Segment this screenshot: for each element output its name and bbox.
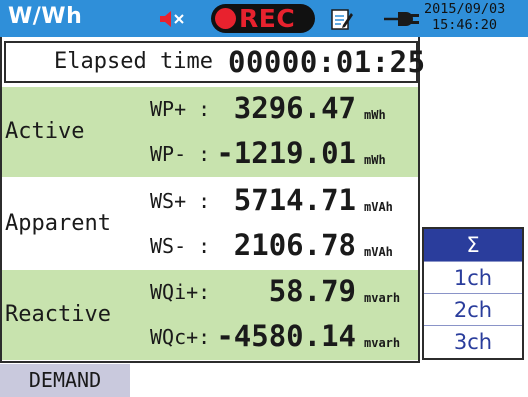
reactive-energy-group: Reactive WQi+: 58.79 mvarh WQc+: -4580.1…: [2, 270, 418, 360]
row-value: 2106.78: [233, 228, 356, 262]
channel-3-button[interactable]: 3ch: [424, 325, 522, 357]
measurement-row: WP- : -1219.01 mWh: [2, 132, 418, 177]
measurement-row: WQi+: 58.79 mvarh: [2, 270, 418, 315]
row-value: 58.79: [268, 274, 356, 308]
row-unit: mVAh: [364, 245, 393, 259]
screen-title: W/Wh: [8, 4, 83, 29]
row-label: WP+ :: [150, 97, 211, 121]
active-energy-group: Active WP+ : 3296.47 mWh WP- : -1219.01 …: [2, 87, 418, 177]
date-text: 2015/09/03: [424, 1, 506, 17]
status-header: W/Wh REC 2015/09/03 15:46:20: [0, 0, 528, 37]
time-text: 15:46:20: [432, 17, 498, 33]
row-label: WS- :: [150, 234, 211, 258]
elapsed-time-box: Elapsed time 00000:01:25: [4, 41, 425, 83]
row-unit: mvarh: [364, 291, 401, 305]
row-unit: mvarh: [364, 336, 401, 350]
row-label: WQc+:: [150, 325, 211, 349]
row-label: WP- :: [150, 142, 211, 166]
row-unit: mWh: [364, 153, 386, 167]
record-indicator-icon: [215, 8, 236, 29]
row-value: 3296.47: [233, 91, 356, 125]
memo-edit-icon: [331, 9, 353, 30]
channel-sum-button[interactable]: Σ: [424, 229, 522, 261]
row-unit: mWh: [364, 108, 386, 122]
power-plug-icon: [384, 12, 419, 26]
speaker-muted-icon: [160, 11, 184, 27]
measurement-row: WS+ : 5714.71 mVAh: [2, 179, 418, 224]
row-unit: mVAh: [364, 200, 393, 214]
channel-1-button[interactable]: 1ch: [424, 261, 522, 293]
elapsed-time-value: 00000:01:25: [228, 45, 426, 79]
apparent-energy-group: Apparent WS+ : 5714.71 mVAh WS- : 2106.7…: [2, 179, 418, 269]
measurement-row: WQc+: -4580.14 mvarh: [2, 315, 418, 360]
row-value: 5714.71: [233, 183, 356, 217]
measurement-row: WP+ : 3296.47 mWh: [2, 87, 418, 132]
row-label: WS+ :: [150, 189, 211, 213]
function-key-bar: DEMAND: [0, 363, 528, 397]
demand-button[interactable]: DEMAND: [0, 364, 130, 397]
channel-selector: Σ 1ch 2ch 3ch: [422, 227, 524, 360]
channel-2-button[interactable]: 2ch: [424, 293, 522, 325]
row-value: -4580.14: [216, 319, 356, 353]
measurement-row: WS- : 2106.78 mVAh: [2, 224, 418, 269]
row-label: WQi+:: [150, 280, 211, 304]
record-status-badge: REC: [211, 4, 315, 33]
record-label: REC: [239, 4, 296, 33]
elapsed-time-label: Elapsed time: [54, 49, 213, 74]
date-time-display: 2015/09/03 15:46:20: [424, 1, 528, 33]
row-value: -1219.01: [216, 136, 356, 170]
